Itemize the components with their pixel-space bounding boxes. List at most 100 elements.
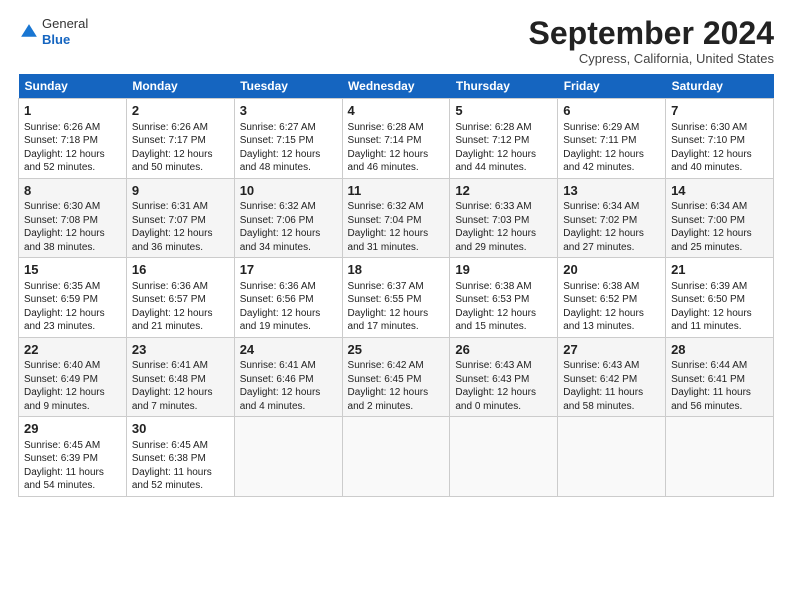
day-info: Sunset: 7:15 PM — [240, 134, 337, 148]
table-row: 28Sunrise: 6:44 AMSunset: 6:41 PMDayligh… — [666, 337, 774, 417]
day-info: Sunrise: 6:41 AM — [240, 359, 337, 373]
day-info: Daylight: 12 hours — [455, 307, 552, 321]
day-info: Sunset: 6:49 PM — [24, 373, 121, 387]
table-row: 30Sunrise: 6:45 AMSunset: 6:38 PMDayligh… — [126, 417, 234, 497]
day-number: 2 — [132, 102, 229, 120]
day-info: Sunrise: 6:28 AM — [455, 121, 552, 135]
day-info: Daylight: 12 hours — [24, 148, 121, 162]
table-row: 17Sunrise: 6:36 AMSunset: 6:56 PMDayligh… — [234, 258, 342, 338]
table-row: 27Sunrise: 6:43 AMSunset: 6:42 PMDayligh… — [558, 337, 666, 417]
day-number: 10 — [240, 182, 337, 200]
day-info: and 23 minutes. — [24, 320, 121, 334]
day-info: Daylight: 12 hours — [563, 227, 660, 241]
col-saturday: Saturday — [666, 74, 774, 99]
col-friday: Friday — [558, 74, 666, 99]
day-info: Sunset: 6:42 PM — [563, 373, 660, 387]
day-info: Daylight: 12 hours — [563, 148, 660, 162]
day-number: 27 — [563, 341, 660, 359]
day-info: Daylight: 12 hours — [240, 148, 337, 162]
day-number: 21 — [671, 261, 768, 279]
day-info: Sunrise: 6:27 AM — [240, 121, 337, 135]
day-number: 9 — [132, 182, 229, 200]
day-info: Daylight: 12 hours — [455, 386, 552, 400]
table-row: 24Sunrise: 6:41 AMSunset: 6:46 PMDayligh… — [234, 337, 342, 417]
table-row — [558, 417, 666, 497]
day-info: Sunset: 7:18 PM — [24, 134, 121, 148]
day-info: Sunrise: 6:38 AM — [563, 280, 660, 294]
day-info: and 0 minutes. — [455, 400, 552, 414]
table-row — [450, 417, 558, 497]
day-info: and 54 minutes. — [24, 479, 121, 493]
day-info: Daylight: 12 hours — [455, 227, 552, 241]
day-info: Sunset: 6:56 PM — [240, 293, 337, 307]
day-info: and 13 minutes. — [563, 320, 660, 334]
day-info: Sunset: 7:07 PM — [132, 214, 229, 228]
day-info: Daylight: 12 hours — [132, 148, 229, 162]
day-info: and 46 minutes. — [348, 161, 445, 175]
day-number: 22 — [24, 341, 121, 359]
day-info: Sunset: 7:00 PM — [671, 214, 768, 228]
day-info: Sunrise: 6:31 AM — [132, 200, 229, 214]
day-info: Daylight: 12 hours — [132, 386, 229, 400]
table-row: 13Sunrise: 6:34 AMSunset: 7:02 PMDayligh… — [558, 178, 666, 258]
day-number: 14 — [671, 182, 768, 200]
day-info: and 25 minutes. — [671, 241, 768, 255]
day-number: 25 — [348, 341, 445, 359]
day-info: Sunrise: 6:26 AM — [132, 121, 229, 135]
day-info: and 19 minutes. — [240, 320, 337, 334]
day-info: Daylight: 11 hours — [132, 466, 229, 480]
day-info: Sunrise: 6:35 AM — [24, 280, 121, 294]
day-info: and 11 minutes. — [671, 320, 768, 334]
day-info: Sunset: 6:38 PM — [132, 452, 229, 466]
day-number: 4 — [348, 102, 445, 120]
logo-text: General Blue — [42, 16, 88, 47]
day-info: and 2 minutes. — [348, 400, 445, 414]
day-info: and 7 minutes. — [132, 400, 229, 414]
day-info: Sunrise: 6:43 AM — [563, 359, 660, 373]
day-info: Sunrise: 6:37 AM — [348, 280, 445, 294]
day-number: 23 — [132, 341, 229, 359]
day-info: Sunrise: 6:26 AM — [24, 121, 121, 135]
day-number: 6 — [563, 102, 660, 120]
day-info: and 52 minutes. — [24, 161, 121, 175]
day-number: 13 — [563, 182, 660, 200]
day-info: Sunset: 6:39 PM — [24, 452, 121, 466]
table-row: 12Sunrise: 6:33 AMSunset: 7:03 PMDayligh… — [450, 178, 558, 258]
table-row: 8Sunrise: 6:30 AMSunset: 7:08 PMDaylight… — [19, 178, 127, 258]
day-info: Sunrise: 6:45 AM — [132, 439, 229, 453]
table-row: 2Sunrise: 6:26 AMSunset: 7:17 PMDaylight… — [126, 99, 234, 179]
day-info: and 44 minutes. — [455, 161, 552, 175]
day-number: 15 — [24, 261, 121, 279]
table-row: 21Sunrise: 6:39 AMSunset: 6:50 PMDayligh… — [666, 258, 774, 338]
day-info: and 48 minutes. — [240, 161, 337, 175]
table-row: 26Sunrise: 6:43 AMSunset: 6:43 PMDayligh… — [450, 337, 558, 417]
table-row: 14Sunrise: 6:34 AMSunset: 7:00 PMDayligh… — [666, 178, 774, 258]
day-number: 28 — [671, 341, 768, 359]
day-info: Sunrise: 6:32 AM — [348, 200, 445, 214]
table-row: 19Sunrise: 6:38 AMSunset: 6:53 PMDayligh… — [450, 258, 558, 338]
day-info: Daylight: 12 hours — [240, 386, 337, 400]
day-number: 8 — [24, 182, 121, 200]
day-number: 1 — [24, 102, 121, 120]
day-info: and 21 minutes. — [132, 320, 229, 334]
day-info: and 9 minutes. — [24, 400, 121, 414]
col-tuesday: Tuesday — [234, 74, 342, 99]
day-info: Sunset: 6:59 PM — [24, 293, 121, 307]
day-info: Sunset: 7:14 PM — [348, 134, 445, 148]
logo-icon — [18, 21, 40, 43]
day-number: 29 — [24, 420, 121, 438]
day-info: and 52 minutes. — [132, 479, 229, 493]
table-row — [666, 417, 774, 497]
day-info: Daylight: 12 hours — [455, 148, 552, 162]
day-info: and 58 minutes. — [563, 400, 660, 414]
day-number: 26 — [455, 341, 552, 359]
day-info: Sunset: 7:11 PM — [563, 134, 660, 148]
day-info: and 56 minutes. — [671, 400, 768, 414]
day-info: Daylight: 12 hours — [24, 386, 121, 400]
table-row: 6Sunrise: 6:29 AMSunset: 7:11 PMDaylight… — [558, 99, 666, 179]
day-info: Sunrise: 6:39 AM — [671, 280, 768, 294]
day-info: Sunset: 6:41 PM — [671, 373, 768, 387]
day-number: 5 — [455, 102, 552, 120]
day-info: Daylight: 12 hours — [132, 227, 229, 241]
day-info: and 38 minutes. — [24, 241, 121, 255]
